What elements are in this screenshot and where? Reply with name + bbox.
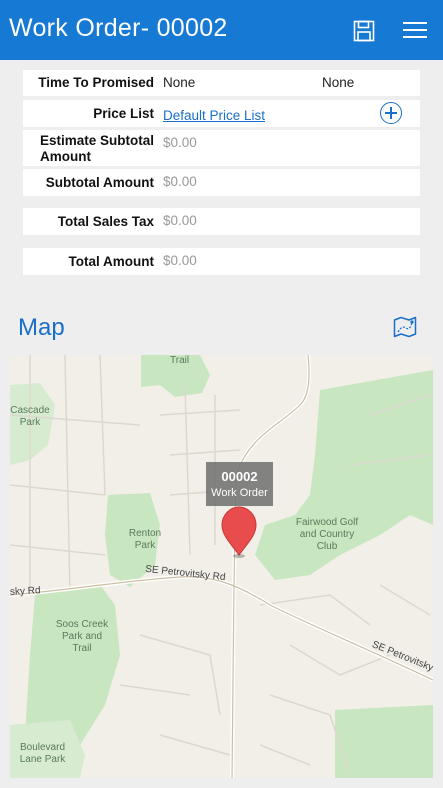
place-label-cascade-line2: Park (19, 417, 41, 428)
place-label-renton-line1: Renton (128, 528, 162, 539)
place-label-boulevard-line2: Lane Park (19, 754, 66, 765)
time-to-promised-row: Time To Promised None None (23, 70, 420, 96)
map-heading: Map (18, 314, 65, 341)
map-view[interactable]: Trail Cascade Park Renton Park Fairwood … (10, 355, 433, 778)
total-sales-tax-value: $0.00 (163, 213, 197, 228)
park-area-southeast (335, 705, 433, 778)
price-list-row: Price List Default Price List (23, 100, 420, 127)
place-label-soos-line3: Trail (72, 643, 92, 654)
place-label-boulevard: Boulevard Lane Park (15, 742, 70, 766)
subtotal-value: $0.00 (163, 174, 197, 189)
place-label-fairwood-line1: Fairwood Golf (295, 517, 359, 528)
page-title: Work Order- 00002 (9, 14, 228, 42)
hamburger-menu-icon[interactable] (403, 22, 427, 38)
place-label-soos-creek: Soos Creek Park and Trail (52, 619, 112, 655)
time-to-promised-value-2: None (322, 75, 355, 90)
map-pin-popup[interactable]: 00002 Work Order (206, 462, 273, 506)
app-header: Work Order- 00002 (0, 0, 443, 60)
save-icon[interactable] (353, 20, 375, 42)
estimate-subtotal-value: $0.00 (163, 135, 197, 150)
place-label-cascade-park: Cascade Park (10, 405, 50, 429)
place-label-fairwood: Fairwood Golf and Country Club (292, 517, 362, 553)
estimate-subtotal-label-line1: Estimate Subtotal (39, 133, 154, 148)
estimate-subtotal-label-line2: Amount (39, 149, 91, 164)
map-directions-icon[interactable] (393, 316, 417, 338)
total-sales-tax-row: Total Sales Tax $0.00 (23, 208, 420, 235)
time-to-promised-value: None (163, 75, 196, 90)
estimate-subtotal-label: Estimate Subtotal Amount (40, 133, 154, 165)
total-amount-value: $0.00 (163, 253, 197, 268)
price-list-link[interactable]: Default Price List (163, 108, 265, 123)
time-to-promised-label: Time To Promised (38, 75, 154, 90)
map-pin-icon (221, 506, 257, 558)
map-canvas (10, 355, 433, 778)
place-label-renton-park: Renton Park (125, 528, 165, 552)
estimate-subtotal-row: Estimate Subtotal Amount $0.00 (23, 130, 420, 166)
pin-label: Work Order (211, 487, 268, 499)
total-amount-row: Total Amount $0.00 (23, 248, 420, 275)
place-label-cascade-line1: Cascade (10, 405, 50, 416)
place-label-fairwood-line3: Club (316, 541, 338, 552)
place-label-fairwood-line2: and Country (299, 529, 355, 540)
place-label-renton-line2: Park (134, 540, 156, 551)
place-label-soos-line2: Park and (61, 631, 103, 642)
price-list-label: Price List (93, 106, 154, 121)
total-sales-tax-label: Total Sales Tax (57, 214, 154, 229)
total-amount-label: Total Amount (68, 254, 154, 269)
place-label-trail-top: Trail (170, 355, 190, 366)
subtotal-label: Subtotal Amount (45, 175, 154, 190)
road-label-sky-rd: sky Rd (10, 585, 41, 598)
pin-number: 00002 (221, 469, 258, 484)
place-label-boulevard-line1: Boulevard (19, 742, 66, 753)
place-label-soos-line1: Soos Creek (55, 619, 109, 630)
subtotal-row: Subtotal Amount $0.00 (23, 169, 420, 196)
plus-circle-icon[interactable] (380, 102, 402, 124)
